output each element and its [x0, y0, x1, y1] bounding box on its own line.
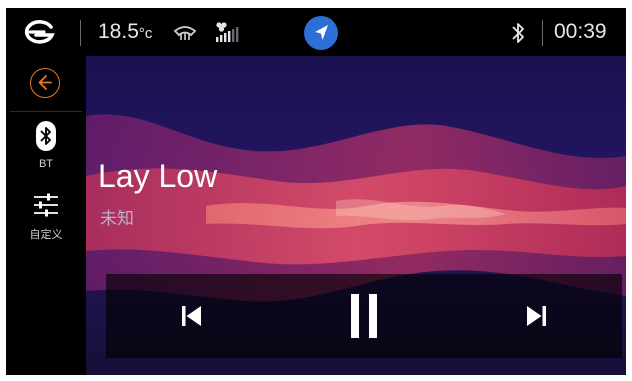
temperature-value: 18.5 — [98, 20, 139, 43]
status-divider — [80, 20, 81, 46]
track-title: Lay Low — [98, 158, 218, 194]
sidebar-divider — [10, 111, 82, 112]
back-arrow-icon — [38, 75, 52, 90]
skip-next-icon — [527, 306, 546, 326]
skip-previous-icon — [182, 306, 201, 326]
status-bar: 18.5°c 00:39 — [6, 8, 626, 56]
now-playing-area: Lay Low 未知 — [86, 56, 626, 375]
equalizer-sliders-icon — [34, 193, 58, 217]
status-divider — [542, 20, 543, 46]
brand-logo-icon[interactable] — [22, 18, 56, 46]
head-unit-screen: 18.5°c 00:39 BT 自定义 Lay Low 未知 — [6, 8, 626, 375]
navigation-arrow-icon — [315, 25, 328, 40]
previous-track-button[interactable] — [166, 290, 218, 342]
sidebar-item-label: BT — [38, 158, 54, 170]
next-track-button[interactable] — [510, 290, 562, 342]
bluetooth-status-icon — [512, 23, 524, 43]
back-button[interactable] — [30, 68, 60, 98]
navigation-button[interactable] — [304, 16, 338, 50]
sidebar-item-bt[interactable]: BT — [6, 120, 86, 180]
rear-defrost-icon[interactable] — [172, 22, 198, 42]
track-artist: 未知 — [100, 209, 134, 228]
temperature-readout[interactable]: 18.5°c — [98, 20, 152, 44]
temperature-unit: °c — [138, 25, 153, 42]
playback-controls — [106, 274, 622, 358]
sidebar: BT 自定义 — [6, 56, 86, 375]
pause-button[interactable] — [338, 290, 390, 342]
fan-speed-icon[interactable] — [212, 20, 248, 44]
clock: 00:39 — [554, 20, 607, 43]
sidebar-item-custom[interactable]: 自定义 — [6, 192, 86, 252]
bluetooth-icon — [36, 121, 56, 151]
sidebar-item-label: 自定义 — [29, 229, 63, 241]
pause-icon — [351, 294, 377, 338]
